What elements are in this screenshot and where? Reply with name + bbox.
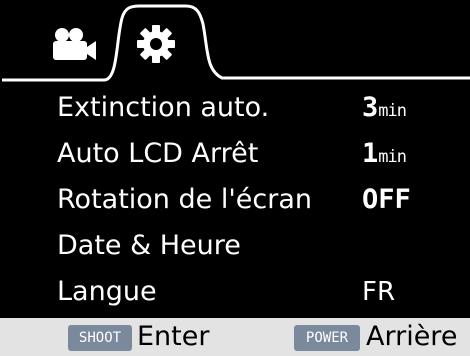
menu-item-label: Langue bbox=[57, 276, 157, 307]
gear-icon bbox=[137, 25, 175, 63]
menu-item-language[interactable]: Langue FR bbox=[0, 270, 470, 316]
shoot-key-badge[interactable]: SHOOT bbox=[68, 325, 132, 351]
menu-item-auto-off[interactable]: Extinction auto. 3min bbox=[0, 86, 470, 132]
tab-bar bbox=[0, 0, 470, 82]
settings-menu: Extinction auto. 3min Auto LCD Arrêt 1mi… bbox=[0, 84, 470, 316]
back-label: Arrière bbox=[366, 321, 458, 352]
menu-item-label: Rotation de l'écran bbox=[57, 184, 312, 215]
menu-item-value: FR bbox=[362, 277, 396, 307]
menu-item-label: Auto LCD Arrêt bbox=[57, 138, 259, 169]
footer-hints: SHOOT Enter POWER Arrière bbox=[0, 318, 470, 356]
enter-label: Enter bbox=[137, 321, 210, 352]
menu-item-value: OFF bbox=[362, 184, 411, 215]
menu-item-label: Extinction auto. bbox=[57, 92, 270, 123]
menu-item-value: 1min bbox=[362, 138, 407, 169]
menu-item-label: Date & Heure bbox=[57, 230, 241, 261]
menu-item-lcd-off[interactable]: Auto LCD Arrêt 1min bbox=[0, 132, 470, 178]
menu-item-date-time[interactable]: Date & Heure bbox=[0, 224, 470, 270]
menu-item-value: 3min bbox=[362, 92, 407, 123]
video-camera-icon bbox=[53, 28, 96, 60]
menu-item-screen-rotation[interactable]: Rotation de l'écran OFF bbox=[0, 178, 470, 224]
tab-settings[interactable] bbox=[136, 24, 176, 64]
tab-video[interactable] bbox=[50, 26, 98, 62]
power-key-badge[interactable]: POWER bbox=[294, 325, 360, 351]
